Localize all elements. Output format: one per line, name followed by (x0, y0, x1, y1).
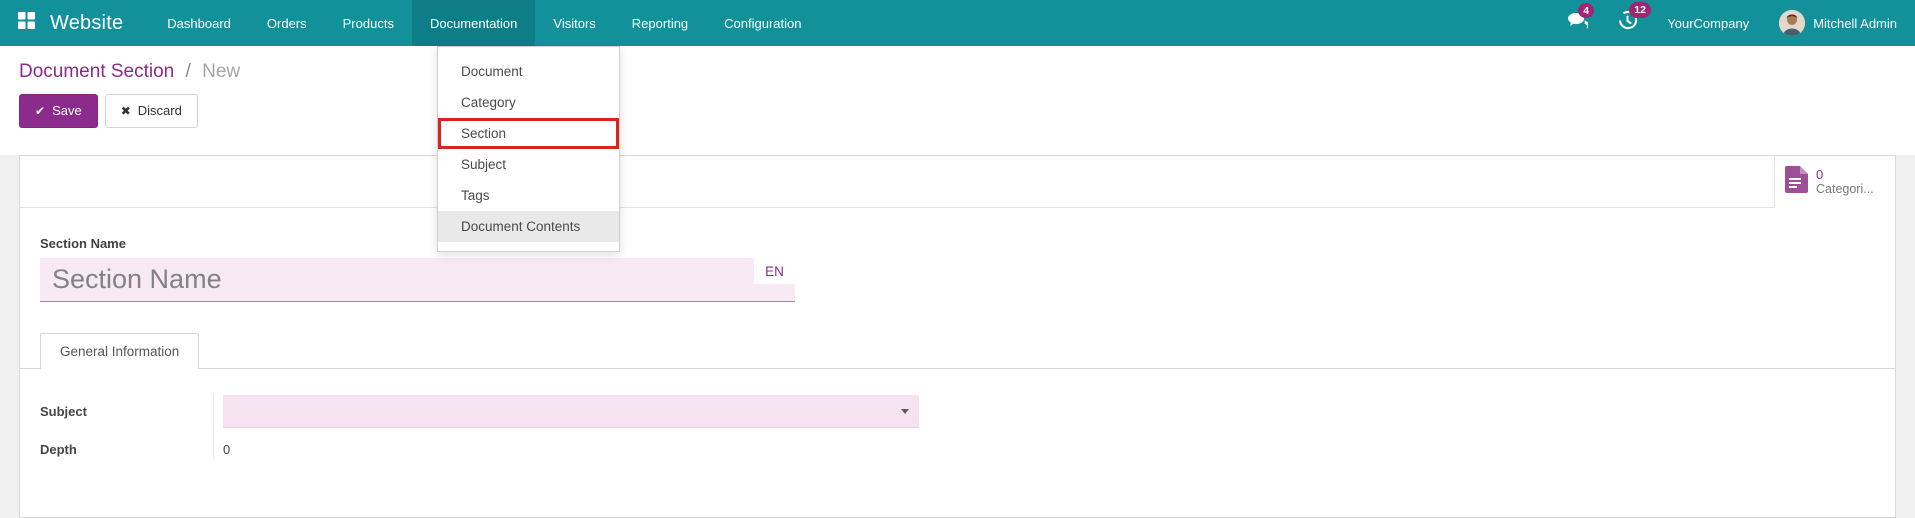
general-info-form: Subject Depth 0 (40, 395, 1875, 460)
apps-menu-button[interactable] (0, 0, 50, 46)
section-name-label: Section Name (40, 236, 126, 251)
menu-item-section[interactable]: Section (438, 118, 619, 149)
depth-label: Depth (40, 442, 77, 457)
x-icon: ✖ (120, 104, 131, 118)
nav-item-dashboard[interactable]: Dashboard (149, 0, 249, 46)
user-menu[interactable]: Mitchell Admin (1779, 10, 1897, 36)
tab-general-information[interactable]: General Information (40, 333, 200, 369)
company-menu[interactable]: YourCompany (1667, 16, 1749, 31)
content-area: 0 Categori... Section Name EN General In… (0, 155, 1915, 518)
nav-item-reporting[interactable]: Reporting (614, 0, 706, 46)
user-avatar (1779, 10, 1806, 36)
nav-item-products[interactable]: Products (325, 0, 412, 46)
notebook-tabs: General Information (20, 333, 1895, 369)
stat-count: 0 (1816, 167, 1824, 182)
control-panel: Document Section / New ✔ Save ✖ Discard (0, 46, 1915, 155)
button-box: 0 Categori... (20, 156, 1895, 208)
user-name: Mitchell Admin (1813, 15, 1897, 31)
categories-stat-button[interactable]: 0 Categori... (1774, 156, 1895, 208)
subject-label: Subject (40, 404, 87, 419)
top-navbar: Website Dashboard Orders Products Docume… (0, 0, 1915, 46)
menu-item-subject[interactable]: Subject (438, 149, 619, 180)
subject-select[interactable] (223, 395, 919, 428)
app-brand-title[interactable]: Website (50, 0, 149, 46)
breadcrumb-separator: / (185, 61, 191, 82)
apps-grid-icon (17, 11, 36, 35)
activities-button[interactable]: 12 (1618, 2, 1651, 35)
section-name-input[interactable] (40, 258, 795, 302)
nav-item-configuration[interactable]: Configuration (706, 0, 819, 46)
save-button[interactable]: ✔ Save (19, 94, 98, 128)
menu-item-tags[interactable]: Tags (438, 180, 619, 211)
language-badge[interactable]: EN (754, 258, 795, 284)
menu-item-category[interactable]: Category (438, 87, 619, 118)
discard-button[interactable]: ✖ Discard (104, 94, 198, 128)
nav-item-orders[interactable]: Orders (249, 0, 325, 46)
menu-item-document[interactable]: Document (438, 56, 619, 87)
check-icon: ✔ (35, 104, 46, 118)
depth-value: 0 (223, 442, 231, 457)
document-icon (1785, 166, 1808, 198)
breadcrumb: Document Section / New (19, 61, 1915, 83)
stat-label: Categori... (1816, 182, 1874, 196)
form-sheet: 0 Categori... Section Name EN General In… (19, 155, 1896, 518)
menu-item-document-contents[interactable]: Document Contents (438, 211, 619, 242)
breadcrumb-current: New (202, 61, 241, 82)
messages-count-badge: 4 (1578, 2, 1595, 18)
activities-count-badge: 12 (1629, 2, 1651, 18)
nav-item-documentation[interactable]: Documentation (411, 0, 536, 46)
messages-button[interactable]: 4 (1567, 2, 1595, 35)
breadcrumb-parent-link[interactable]: Document Section (19, 61, 174, 82)
chevron-down-icon (901, 409, 909, 414)
documentation-dropdown-menu: Document Category Section Subject Tags D… (437, 46, 620, 252)
nav-item-visitors[interactable]: Visitors (535, 0, 613, 46)
